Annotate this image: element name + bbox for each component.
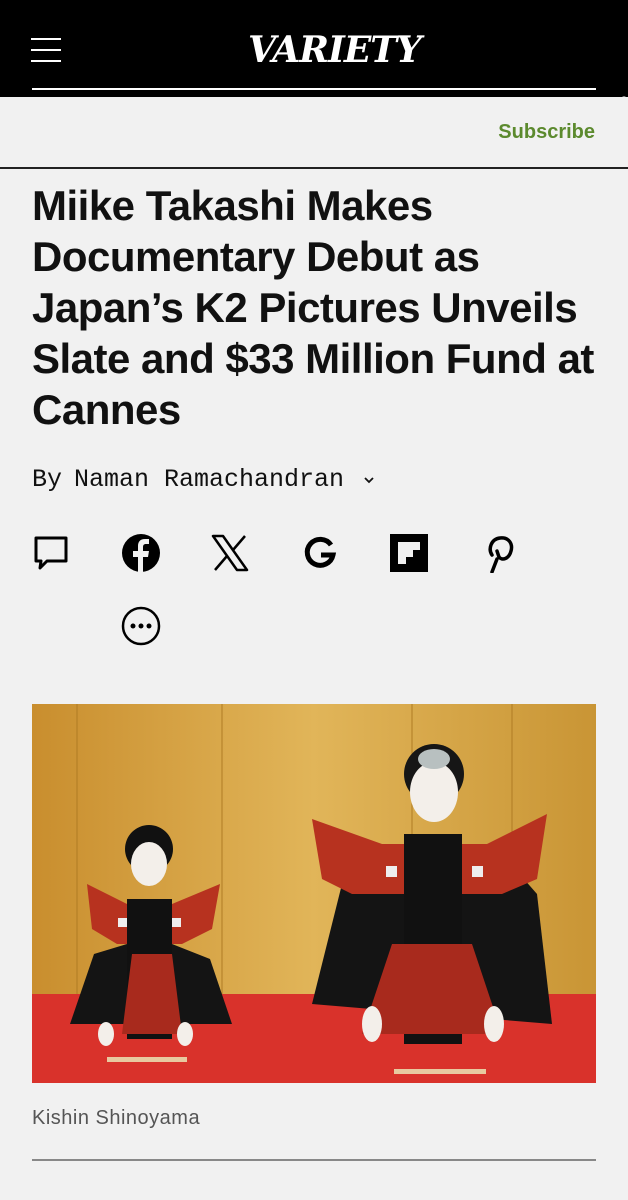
x-icon[interactable] (210, 533, 250, 573)
byline-prefix: By (32, 465, 63, 494)
image-caption: Kishin Shinoyama (32, 1107, 201, 1129)
variety-logo[interactable]: VARIETY (248, 26, 422, 74)
content-divider (32, 1159, 596, 1161)
subscribe-bar: Subscribe (0, 97, 628, 169)
hamburger-menu-icon[interactable] (31, 38, 63, 64)
top-navigation-bar: VARIETY (0, 0, 628, 97)
facebook-icon[interactable] (121, 533, 161, 573)
article-hero-image (32, 704, 596, 1083)
header-divider (32, 88, 596, 90)
share-toolbar (32, 533, 592, 575)
author-name[interactable]: Naman Ramachandran (74, 465, 344, 494)
pinterest-icon[interactable] (479, 533, 519, 573)
chevron-down-icon[interactable] (362, 473, 376, 487)
byline: By Naman Ramachandran (32, 465, 376, 494)
more-icon[interactable] (121, 606, 161, 646)
google-icon[interactable] (300, 533, 340, 573)
article-headline: Miike Takashi Makes Documentary Debut as… (32, 182, 594, 433)
comment-icon[interactable] (32, 533, 72, 573)
subscribe-button[interactable]: Subscribe (498, 121, 595, 144)
flipboard-icon[interactable] (389, 533, 429, 573)
